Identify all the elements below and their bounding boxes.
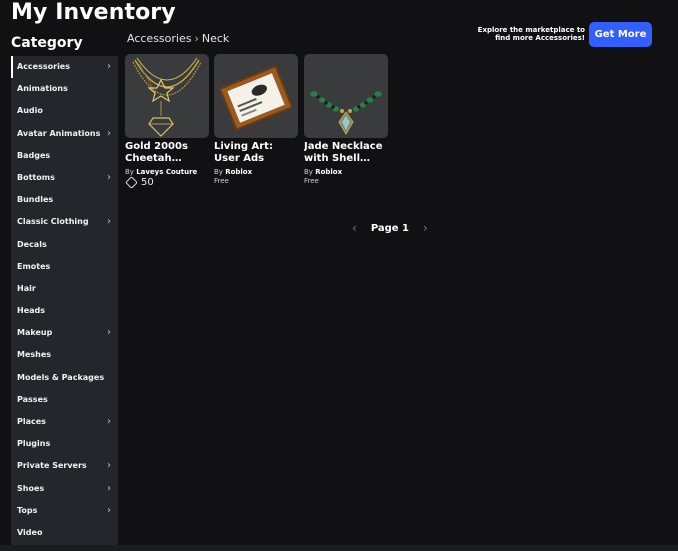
- robux-icon: [125, 176, 138, 189]
- sidebar-item-emotes[interactable]: Emotes: [11, 256, 118, 278]
- breadcrumb-current: Neck: [201, 32, 230, 45]
- jade-necklace-image: [309, 90, 383, 135]
- item-name[interactable]: Gold 2000s Cheetah…: [125, 141, 209, 165]
- sidebar-item-badges[interactable]: Badges: [11, 145, 118, 167]
- item-card[interactable]: Gold 2000s Cheetah… By Laveys Couture 50: [125, 54, 209, 189]
- chevron-right-icon: ›: [107, 61, 111, 72]
- item-thumbnail-living-art[interactable]: [214, 54, 298, 138]
- category-heading: Category: [11, 35, 83, 51]
- item-creator: By Roblox: [304, 168, 343, 176]
- chevron-right-icon: ›: [107, 416, 111, 427]
- sidebar-item-animations[interactable]: Animations: [11, 78, 118, 100]
- category-sidebar: Accessories › Animations Audio Avatar Ani…: [11, 56, 118, 546]
- chevron-right-icon[interactable]: ›: [423, 221, 428, 235]
- item-name[interactable]: Jade Necklace with Shell…: [304, 141, 388, 165]
- item-creator: By Laveys Couture: [125, 168, 198, 176]
- sidebar-item-models-packages[interactable]: Models & Packages: [11, 367, 118, 389]
- item-thumbnail-jade-necklace[interactable]: [304, 54, 388, 138]
- pagination: ‹ Page 1 ›: [352, 220, 428, 236]
- item-name[interactable]: Living Art: User Ads: [214, 141, 298, 165]
- chevron-right-icon: ›: [107, 327, 111, 339]
- sidebar-item-tops[interactable]: Tops ›: [11, 500, 118, 522]
- page-title: My Inventory: [11, 0, 176, 25]
- sidebar-item-bottoms[interactable]: Bottoms ›: [11, 167, 118, 189]
- page-indicator: Page 1: [370, 222, 410, 234]
- footer-strip: [0, 545, 678, 551]
- sidebar-item-plugins[interactable]: Plugins: [11, 433, 118, 455]
- creator-link[interactable]: Roblox: [225, 168, 252, 176]
- necklace-image: [132, 57, 202, 137]
- item-card[interactable]: Living Art: User Ads By Roblox Free: [214, 54, 298, 185]
- sidebar-item-video[interactable]: Video: [11, 522, 118, 544]
- chevron-right-icon: ›: [194, 32, 199, 45]
- item-price: Free: [214, 177, 229, 185]
- promo-text: Explore the marketplace to find more Acc…: [477, 26, 585, 42]
- sidebar-item-audio[interactable]: Audio: [11, 100, 118, 122]
- item-price: 50: [125, 176, 209, 189]
- chevron-right-icon: ›: [107, 171, 111, 183]
- creator-link[interactable]: Laveys Couture: [136, 168, 197, 176]
- sidebar-item-heads[interactable]: Heads: [11, 300, 118, 322]
- chevron-right-icon: ›: [107, 504, 111, 516]
- chevron-right-icon: ›: [107, 482, 111, 494]
- sidebar-item-bundles[interactable]: Bundles: [11, 189, 118, 211]
- sidebar-item-shoes[interactable]: Shoes ›: [11, 478, 118, 500]
- sidebar-item-passes[interactable]: Passes: [11, 389, 118, 411]
- sidebar-item-private-servers[interactable]: Private Servers ›: [11, 455, 118, 477]
- item-thumbnail-gold-necklace[interactable]: [125, 54, 209, 138]
- sidebar-item-classic-clothing[interactable]: Classic Clothing ›: [11, 211, 118, 233]
- sidebar-item-decals[interactable]: Decals: [11, 234, 118, 256]
- item-creator: By Roblox: [214, 168, 253, 176]
- get-more-button[interactable]: Get More: [589, 22, 652, 47]
- chevron-left-icon[interactable]: ‹: [352, 221, 357, 235]
- sidebar-item-meshes[interactable]: Meshes: [11, 344, 118, 366]
- picture-frame-image: [218, 65, 294, 131]
- chevron-right-icon: ›: [107, 216, 111, 228]
- sidebar-item-places[interactable]: Places ›: [11, 411, 118, 433]
- item-price: Free: [304, 177, 319, 185]
- breadcrumb: Accessories › Neck: [127, 32, 229, 45]
- chevron-right-icon: ›: [107, 127, 111, 139]
- breadcrumb-link-accessories[interactable]: Accessories: [127, 32, 191, 45]
- sidebar-item-makeup[interactable]: Makeup ›: [11, 322, 118, 344]
- sidebar-item-accessories[interactable]: Accessories ›: [11, 56, 118, 79]
- chevron-right-icon: ›: [107, 460, 111, 472]
- creator-link[interactable]: Roblox: [315, 168, 342, 176]
- sidebar-item-avatar-animations[interactable]: Avatar Animations ›: [11, 123, 118, 145]
- item-card[interactable]: Jade Necklace with Shell… By Roblox Free: [304, 54, 388, 185]
- sidebar-item-hair[interactable]: Hair: [11, 278, 118, 300]
